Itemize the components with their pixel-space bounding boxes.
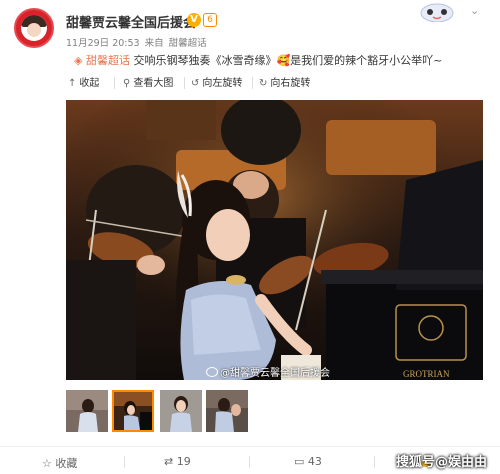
verified-badge-icon: V xyxy=(187,13,201,27)
piano-brand-text: GROTRIAN xyxy=(403,369,450,379)
favorite-label: 收藏 xyxy=(55,457,78,470)
super-topic-icon: ◈ xyxy=(74,54,83,67)
comment-icon: ▭ xyxy=(294,455,305,468)
from-label: 来自 xyxy=(144,38,164,49)
star-icon: ☆ xyxy=(42,457,52,470)
thumbnail-3[interactable] xyxy=(160,390,202,432)
rotate-right-button[interactable]: ↻ 向右旋转 xyxy=(259,74,310,89)
search-icon: ⚲ xyxy=(123,78,131,89)
emoji-icon: 🥰 xyxy=(276,54,291,67)
repost-icon: ⇄ xyxy=(164,455,174,468)
weibo-post-card: 甜馨贾云馨全国后援会 V 6 11月29日 20:53 来自 甜馨超话 ⌄ ◈ … xyxy=(0,0,500,474)
view-large-button[interactable]: ⚲ 查看大图 xyxy=(123,74,173,89)
collapse-icon: ↑ xyxy=(68,78,77,89)
thumbnail-1[interactable] xyxy=(66,390,108,432)
collapse-label: 收起 xyxy=(79,78,100,89)
level-badge: 6 xyxy=(203,13,217,27)
repost-count: 19 xyxy=(176,455,191,468)
repost-button[interactable]: ⇄ 19 xyxy=(164,455,191,468)
footer-divider xyxy=(249,456,250,468)
post-date[interactable]: 11月29日 20:53 xyxy=(66,38,140,49)
comment-button[interactable]: ▭ 43 xyxy=(294,455,322,468)
post-meta: 11月29日 20:53 来自 甜馨超话 xyxy=(66,35,209,49)
toolbar-divider xyxy=(184,77,185,89)
avatar-portrait xyxy=(21,15,47,41)
watermark-text: @甜馨贾云馨全国后援会 xyxy=(220,368,330,379)
comment-count: 43 xyxy=(307,455,322,468)
toolbar-divider xyxy=(114,77,115,89)
author-name[interactable]: 甜馨贾云馨全国后援会 xyxy=(66,12,196,31)
rotate-right-label: 向右旋转 xyxy=(270,78,311,89)
favorite-button[interactable]: ☆ 收藏 xyxy=(42,455,77,471)
footer-divider xyxy=(374,456,375,468)
view-large-label: 查看大图 xyxy=(133,78,174,89)
chevron-down-icon[interactable]: ⌄ xyxy=(470,4,479,17)
post-text-main: 交响乐钢琴独奏《冰雪奇缘》 xyxy=(129,54,277,67)
toolbar-divider xyxy=(252,77,253,89)
avatar[interactable] xyxy=(14,8,54,48)
post-text-tail: 是我们爱的辣个豁牙小公举吖~ xyxy=(290,54,443,67)
footer-divider xyxy=(124,456,125,468)
post-text: ◈ 甜馨超话 交响乐钢琴独奏《冰雪奇缘》🥰是我们爱的辣个豁牙小公举吖~ xyxy=(74,52,442,68)
mascot-icon xyxy=(420,3,454,22)
thumbnail-2-selected[interactable] xyxy=(112,390,154,432)
post-photo[interactable]: GROTRIAN xyxy=(66,100,483,380)
thumbnail-strip xyxy=(66,390,266,434)
collapse-button[interactable]: ↑ 收起 xyxy=(68,74,99,89)
rotate-left-button[interactable]: ↺ 向左旋转 xyxy=(191,74,242,89)
image-watermark: @甜馨贾云馨全国后援会 xyxy=(206,364,330,379)
weibo-logo-icon xyxy=(206,367,218,377)
thumbnail-4[interactable] xyxy=(206,390,248,432)
rotate-right-icon: ↻ xyxy=(259,78,268,89)
super-topic-link[interactable]: 甜馨超话 xyxy=(86,54,130,67)
rotate-left-label: 向左旋转 xyxy=(202,78,243,89)
post-source[interactable]: 甜馨超话 xyxy=(169,38,207,49)
source-watermark: 搜狐号@娱由由 xyxy=(396,455,488,470)
concert-photo-illustration: GROTRIAN xyxy=(66,100,483,380)
image-toolbar: ↑ 收起 ⚲ 查看大图 ↺ 向左旋转 ↻ 向右旋转 xyxy=(68,74,488,94)
rotate-left-icon: ↺ xyxy=(191,78,200,89)
